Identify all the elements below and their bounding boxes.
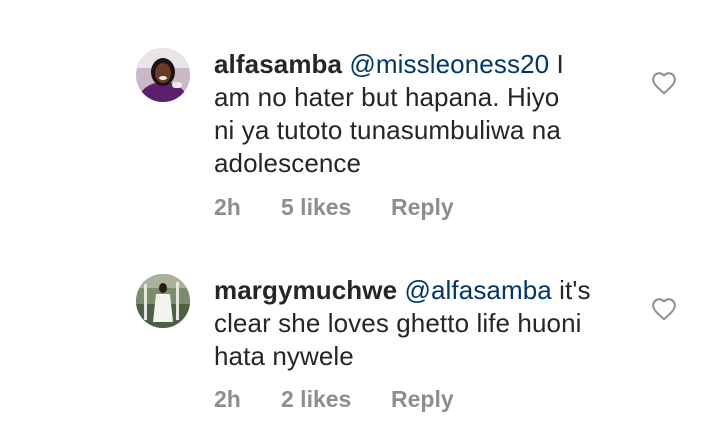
profile-photo-icon <box>136 274 190 328</box>
comment-mention[interactable]: @alfasamba <box>405 275 552 305</box>
avatar[interactable] <box>136 274 190 328</box>
comment-timestamp: 2h <box>214 386 241 412</box>
like-comment-button[interactable] <box>651 71 677 95</box>
comment-body-segment: I <box>549 49 564 79</box>
comment-meta: 2h 2 likes Reply <box>214 386 454 413</box>
reply-button[interactable]: Reply <box>391 386 454 413</box>
comment-body-segment: it's <box>551 275 591 305</box>
comment-username[interactable]: alfasamba <box>214 49 342 79</box>
profile-photo-icon <box>136 48 190 102</box>
comment-timestamp: 2h <box>214 194 241 220</box>
comment-mention[interactable]: @missleoness20 <box>349 49 549 79</box>
comment-likes-count[interactable]: 2 likes <box>281 386 391 413</box>
comment-body-line: ni ya tutoto tunasumbuliwa na <box>214 115 561 145</box>
reply-button[interactable]: Reply <box>391 194 454 221</box>
comment-body-line: clear she loves ghetto life huoni <box>214 308 582 338</box>
heart-outline-icon <box>652 72 676 95</box>
like-comment-button[interactable] <box>651 297 677 321</box>
comment-meta: 2h 5 likes Reply <box>214 194 454 221</box>
comment-text: margymuchwe @alfasamba it's clear she lo… <box>214 274 622 373</box>
comment-username[interactable]: margymuchwe <box>214 275 397 305</box>
comment-body-line: adolescence <box>214 148 362 178</box>
heart-outline-icon <box>652 298 676 321</box>
comment-text: alfasamba @missleoness20 I am no hater b… <box>214 48 622 180</box>
comment-body-line: hata nywele <box>214 341 354 371</box>
comment-body-line: am no hater but hapana. Hiyo <box>214 82 560 112</box>
avatar[interactable] <box>136 48 190 102</box>
comment-likes-count[interactable]: 5 likes <box>281 194 391 221</box>
